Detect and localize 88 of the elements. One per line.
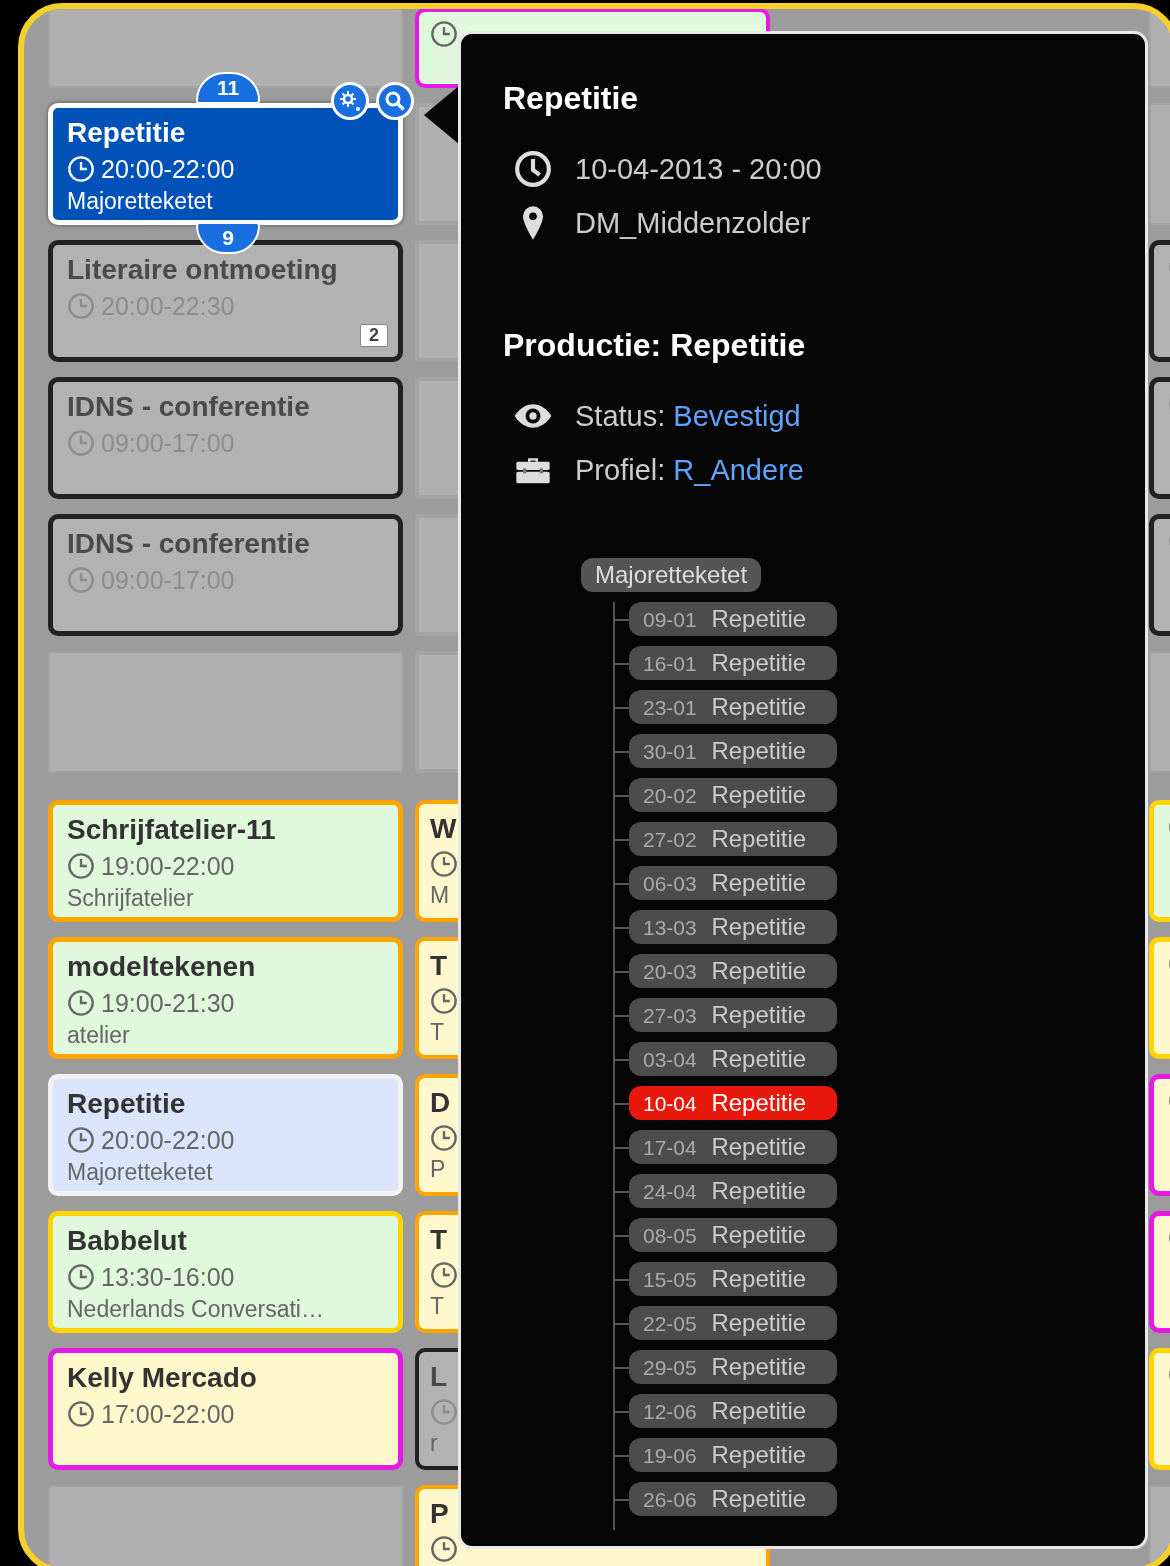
event-title: IDNS - conferentie bbox=[67, 527, 310, 561]
event-title: Literaire ontmoeting bbox=[67, 253, 338, 287]
clock-icon bbox=[67, 989, 95, 1017]
occurrence-item[interactable]: 29-05 Repetitie bbox=[629, 1350, 837, 1384]
occurrence-item[interactable]: 03-04 Repetitie bbox=[629, 1042, 837, 1076]
occurrence-item[interactable]: 24-04 Repetitie bbox=[629, 1174, 837, 1208]
event-card[interactable]: Schrijfatelier-11 19:00-22:00 Schrijfatelier bbox=[48, 800, 403, 922]
occurrence-item[interactable]: 15-05 Repetitie bbox=[629, 1262, 837, 1296]
occurrence-item[interactable]: 06-03 Repetitie bbox=[629, 866, 837, 900]
occurrence-item[interactable]: 20-02 Repetitie bbox=[629, 778, 837, 812]
search-button[interactable] bbox=[376, 82, 414, 120]
event-location: T bbox=[430, 1293, 445, 1319]
status-text: Status: Bevestigd bbox=[575, 399, 801, 433]
series-item[interactable]: Majoretteketet bbox=[581, 558, 762, 592]
occurrence-item[interactable]: 09-01 Repetitie bbox=[629, 602, 837, 636]
count-badge: 2 bbox=[360, 324, 388, 347]
occurrence-item[interactable]: 17-04 Repetitie bbox=[629, 1130, 837, 1164]
event-time: 20:00-22:00 bbox=[101, 1125, 235, 1155]
occurrence-item[interactable]: 22-05 Repetitie bbox=[629, 1306, 837, 1340]
clock-icon bbox=[430, 20, 458, 48]
occurrence-item[interactable]: 10-04 Repetitie bbox=[629, 1086, 837, 1120]
event-location: T bbox=[430, 1019, 445, 1045]
event-title: Repetitie bbox=[67, 1087, 186, 1121]
event-card[interactable]: Kelly Mercado 17:00-22:00 bbox=[48, 1348, 403, 1470]
clock-icon bbox=[430, 1261, 458, 1289]
event-card[interactable]: modeltekenen 19:00-21:30 atelier bbox=[48, 937, 403, 1059]
occurrence-item[interactable]: 12-06 Repetitie bbox=[629, 1394, 837, 1428]
clock-icon bbox=[67, 292, 95, 320]
occurrence-item[interactable]: 26-06 Repetitie bbox=[629, 1482, 837, 1516]
event-title: IDNS - conferentie bbox=[67, 390, 310, 424]
event-title: T bbox=[430, 949, 448, 983]
clock-icon bbox=[67, 852, 95, 880]
event-card[interactable]: Repetitie 20:00-22:00 Majoretteketet bbox=[48, 103, 403, 225]
event-location: Nederlands Conversati… bbox=[67, 1296, 324, 1322]
clock-icon bbox=[430, 987, 458, 1015]
profile-link[interactable]: R_Andere bbox=[673, 453, 804, 486]
clock-icon bbox=[67, 429, 95, 457]
event-place: DM_Middenzolder bbox=[575, 206, 811, 240]
occurrence-item[interactable]: 20-03 Repetitie bbox=[629, 954, 837, 988]
production-heading: Productie: Repetitie bbox=[503, 327, 807, 364]
event-title: D bbox=[430, 1086, 451, 1120]
occurrence-item[interactable]: 27-02 Repetitie bbox=[629, 822, 837, 856]
occurrence-item[interactable]: 19-06 Repetitie bbox=[629, 1438, 837, 1472]
clock-icon bbox=[430, 1124, 458, 1152]
event-location: M bbox=[430, 882, 450, 908]
occurrence-item[interactable]: 08-05 Repetitie bbox=[629, 1218, 837, 1252]
clock-icon bbox=[67, 1400, 95, 1428]
event-location: P bbox=[430, 1156, 446, 1182]
event-card[interactable]: Babbelut 13:30-16:00 Nederlands Conversati… bbox=[48, 1211, 403, 1333]
event-location: Majoretteketet bbox=[67, 188, 213, 214]
occurrence-item[interactable]: 16-01 Repetitie bbox=[629, 646, 837, 680]
event-time: 19:00-21:30 bbox=[101, 988, 235, 1018]
event-time: 17:00-22:00 bbox=[101, 1399, 235, 1429]
event-title: Kelly Mercado bbox=[67, 1361, 257, 1395]
event-time: 20:00-22:00 bbox=[101, 154, 235, 184]
search-icon bbox=[383, 89, 407, 113]
event-location: r bbox=[430, 1430, 438, 1456]
event-title: T bbox=[430, 1223, 448, 1257]
event-time: 19:00-22:00 bbox=[101, 851, 235, 881]
event-datetime: 10-04-2013 - 20:00 bbox=[575, 152, 822, 186]
clock-icon bbox=[430, 1398, 458, 1426]
popup-title: Repetitie bbox=[503, 80, 640, 117]
clock-icon bbox=[67, 155, 95, 183]
clock-icon bbox=[67, 566, 95, 594]
clock-icon bbox=[67, 1126, 95, 1154]
event-title: P bbox=[430, 1497, 449, 1531]
clock-icon bbox=[430, 850, 458, 878]
occurrence-item[interactable]: 30-01 Repetitie bbox=[629, 734, 837, 768]
event-title: modeltekenen bbox=[67, 950, 256, 984]
event-time: 13:30-16:00 bbox=[101, 1262, 235, 1292]
event-location: Majoretteketet bbox=[67, 1159, 213, 1185]
event-title: Repetitie bbox=[67, 116, 186, 150]
event-title: Babbelut bbox=[67, 1224, 187, 1258]
event-title: W bbox=[430, 812, 457, 846]
occurrence-item[interactable]: 23-01 Repetitie bbox=[629, 690, 837, 724]
clock-icon bbox=[67, 1263, 95, 1291]
occurrence-item[interactable]: 13-03 Repetitie bbox=[629, 910, 837, 944]
event-card[interactable]: Repetitie 20:00-22:00 Majoretteketet bbox=[48, 1074, 403, 1196]
occurrence-item[interactable]: 27-03 Repetitie bbox=[629, 998, 837, 1032]
event-title: L bbox=[430, 1360, 448, 1394]
event-location: atelier bbox=[67, 1022, 130, 1048]
clock-icon bbox=[430, 1535, 458, 1563]
clock-icon bbox=[513, 149, 553, 189]
status-link[interactable]: Bevestigd bbox=[673, 399, 801, 432]
event-location: Schrijfatelier bbox=[67, 885, 194, 911]
event-title: Schrijfatelier-11 bbox=[67, 813, 276, 847]
gear-icon bbox=[338, 89, 362, 113]
profile-text: Profiel: R_Andere bbox=[575, 453, 804, 487]
